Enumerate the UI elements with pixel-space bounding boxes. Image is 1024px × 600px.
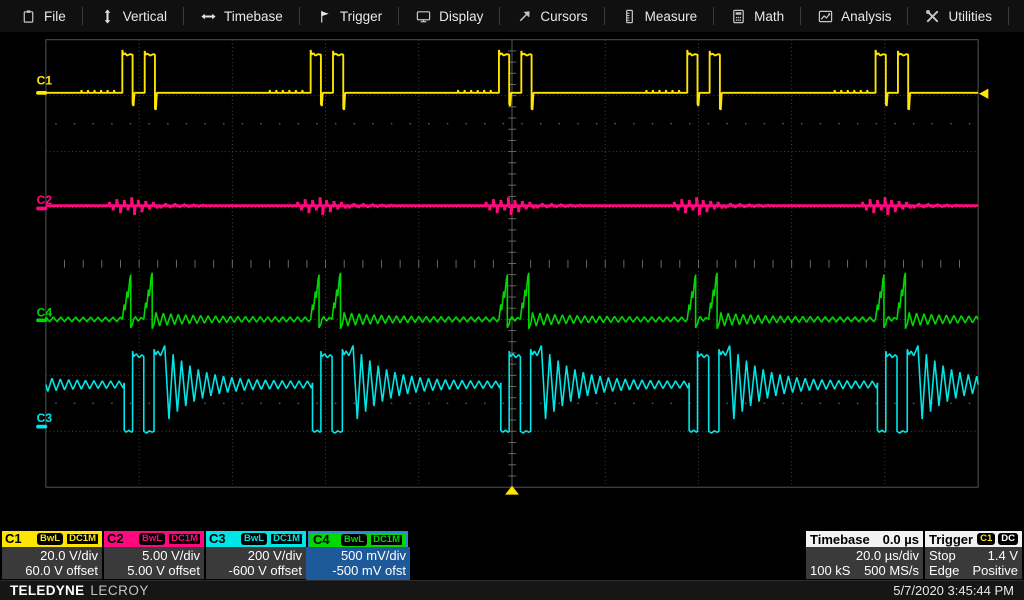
channel-name: C2 [107,531,124,547]
datetime-display: 5/7/2020 3:45:44 PM [893,583,1014,598]
channel-zero-marker-c1[interactable] [36,91,47,95]
menu-item-cursors[interactable]: Cursors [500,0,604,32]
tools-icon [925,9,940,24]
scope-grid-svg: C1 C2 C4 C3 [0,36,1024,531]
menu-item-vertical[interactable]: Vertical [83,0,184,32]
channel-name: C1 [5,531,22,547]
channel-header: C1 BwLDC1M [2,531,102,547]
graticule [46,40,978,487]
channel-zero-marker-c3[interactable] [36,425,47,429]
brand-lecroy: LECROY [90,583,149,598]
channel-descriptor-c1[interactable]: C1 BwLDC1M 20.0 V/div60.0 V offset [2,531,102,579]
coupling-badge: DC1M [66,533,99,545]
channel-label-c2: C2 [37,193,53,207]
menu-item-trigger[interactable]: Trigger [300,0,399,32]
timebase-descriptor[interactable]: Timebase 0.0 µs 20.0 µs/div 100 kS 500 M… [806,531,923,579]
calculator-icon [731,9,746,24]
trigger-type: Edge [929,563,959,578]
channel-settings: 5.00 V/div5.00 V offset [104,547,204,578]
menu-item-utilities[interactable]: Utilities [908,0,1009,32]
brand-logo: TELEDYNE LECROY [10,583,149,598]
channel-header: C3 BwLDC1M [206,531,306,547]
channel-settings: 500 mV/div-500 mV ofst [306,547,410,581]
file-icon [21,9,36,24]
timebase-samples: 100 kS [810,563,850,578]
status-bar: TELEDYNE LECROY 5/7/2020 3:45:44 PM [0,580,1024,600]
channel-label-c3: C3 [37,411,53,425]
trigger-level: 1.4 V [988,548,1018,563]
coupling-badge: DC1M [370,534,403,546]
channel-zero-marker-c2[interactable] [36,207,47,211]
ruler-icon [622,9,637,24]
menu-item-file[interactable]: File [4,0,83,32]
menu-item-label: Cursors [540,9,587,24]
menu-item-label: Trigger [340,9,382,24]
bandwidth-limit-badge: BwL [341,534,367,546]
channel-name: C4 [313,532,330,548]
menu-item-support[interactable]: Support [1009,0,1024,32]
coupling-badge: DC1M [168,533,201,545]
menu-item-analysis[interactable]: Analysis [801,0,908,32]
chart-icon [818,9,833,24]
menu-item-measure[interactable]: Measure [605,0,715,32]
channel-label-c4: C4 [37,306,53,320]
menu-item-label: Display [439,9,483,24]
channel-offset: 60.0 V offset [6,563,98,578]
channel-label-c1: C1 [37,73,53,87]
coupling-badge: DC1M [270,533,303,545]
timebase-title: Timebase [810,532,870,547]
trigger-slope: Positive [972,563,1018,578]
channel-settings: 20.0 V/div60.0 V offset [2,547,102,578]
vertical-arrows-icon [100,9,115,24]
waveform-display[interactable]: C1 C2 C4 C3 [0,36,1024,531]
brand-teledyne: TELEDYNE [10,583,84,598]
bandwidth-limit-badge: BwL [37,533,63,545]
monitor-icon [416,9,431,24]
menu-item-math[interactable]: Math [714,0,801,32]
horizontal-arrows-icon [201,9,216,24]
channel-descriptor-c4[interactable]: C4BwLDC1M500 mV/div-500 mV ofst [308,531,408,579]
menu-item-label: File [44,9,66,24]
trigger-mode: Stop [929,548,956,563]
menu-bar: File Vertical Timebase Trigger Display Cursor… [0,0,1024,33]
flag-icon [317,9,332,24]
pointer-arrow-icon [517,9,532,24]
volts-per-div: 20.0 V/div [6,548,98,563]
channel-offset: -600 V offset [210,563,302,578]
menu-item-label: Vertical [123,9,167,24]
bandwidth-limit-badge: BwL [139,533,165,545]
timebase-rate: 500 MS/s [864,563,919,578]
menu-item-label: Timebase [224,9,283,24]
trigger-title: Trigger [929,532,973,547]
volts-per-div: 200 V/div [210,548,302,563]
channel-settings: 200 V/div-600 V offset [206,547,306,578]
trigger-coupling-badge: DC [998,533,1018,545]
menu-item-label: Math [754,9,784,24]
timebase-per-div: 20.0 µs/div [856,548,919,563]
volts-per-div: 5.00 V/div [108,548,200,563]
trigger-source-badge: C1 [977,533,995,545]
volts-per-div: 500 mV/div [310,548,406,563]
menu-item-display[interactable]: Display [399,0,500,32]
channel-name: C3 [209,531,226,547]
descriptor-row: Timebase 0.0 µs 20.0 µs/div 100 kS 500 M… [0,531,1024,579]
channel-offset: -500 mV ofst [310,563,406,578]
channel-header: C4 BwLDC1M [310,533,406,547]
bandwidth-limit-badge: BwL [241,533,267,545]
trigger-descriptor[interactable]: Trigger C1 DC Stop 1.4 V Edge Positive [925,531,1022,579]
menu-item-label: Measure [645,9,698,24]
trigger-level-marker[interactable] [979,89,988,99]
menu-item-label: Utilities [948,9,992,24]
channel-header: C2 BwLDC1M [104,531,204,547]
menu-item-label: Analysis [841,9,891,24]
timebase-value: 0.0 µs [883,532,919,547]
channel-zero-marker-c4[interactable] [36,318,47,322]
channel-descriptor-c2[interactable]: C2 BwLDC1M 5.00 V/div5.00 V offset [104,531,204,579]
channel-offset: 5.00 V offset [108,563,200,578]
channel-descriptor-c3[interactable]: C3 BwLDC1M 200 V/div-600 V offset [206,531,306,579]
menu-item-timebase[interactable]: Timebase [184,0,300,32]
